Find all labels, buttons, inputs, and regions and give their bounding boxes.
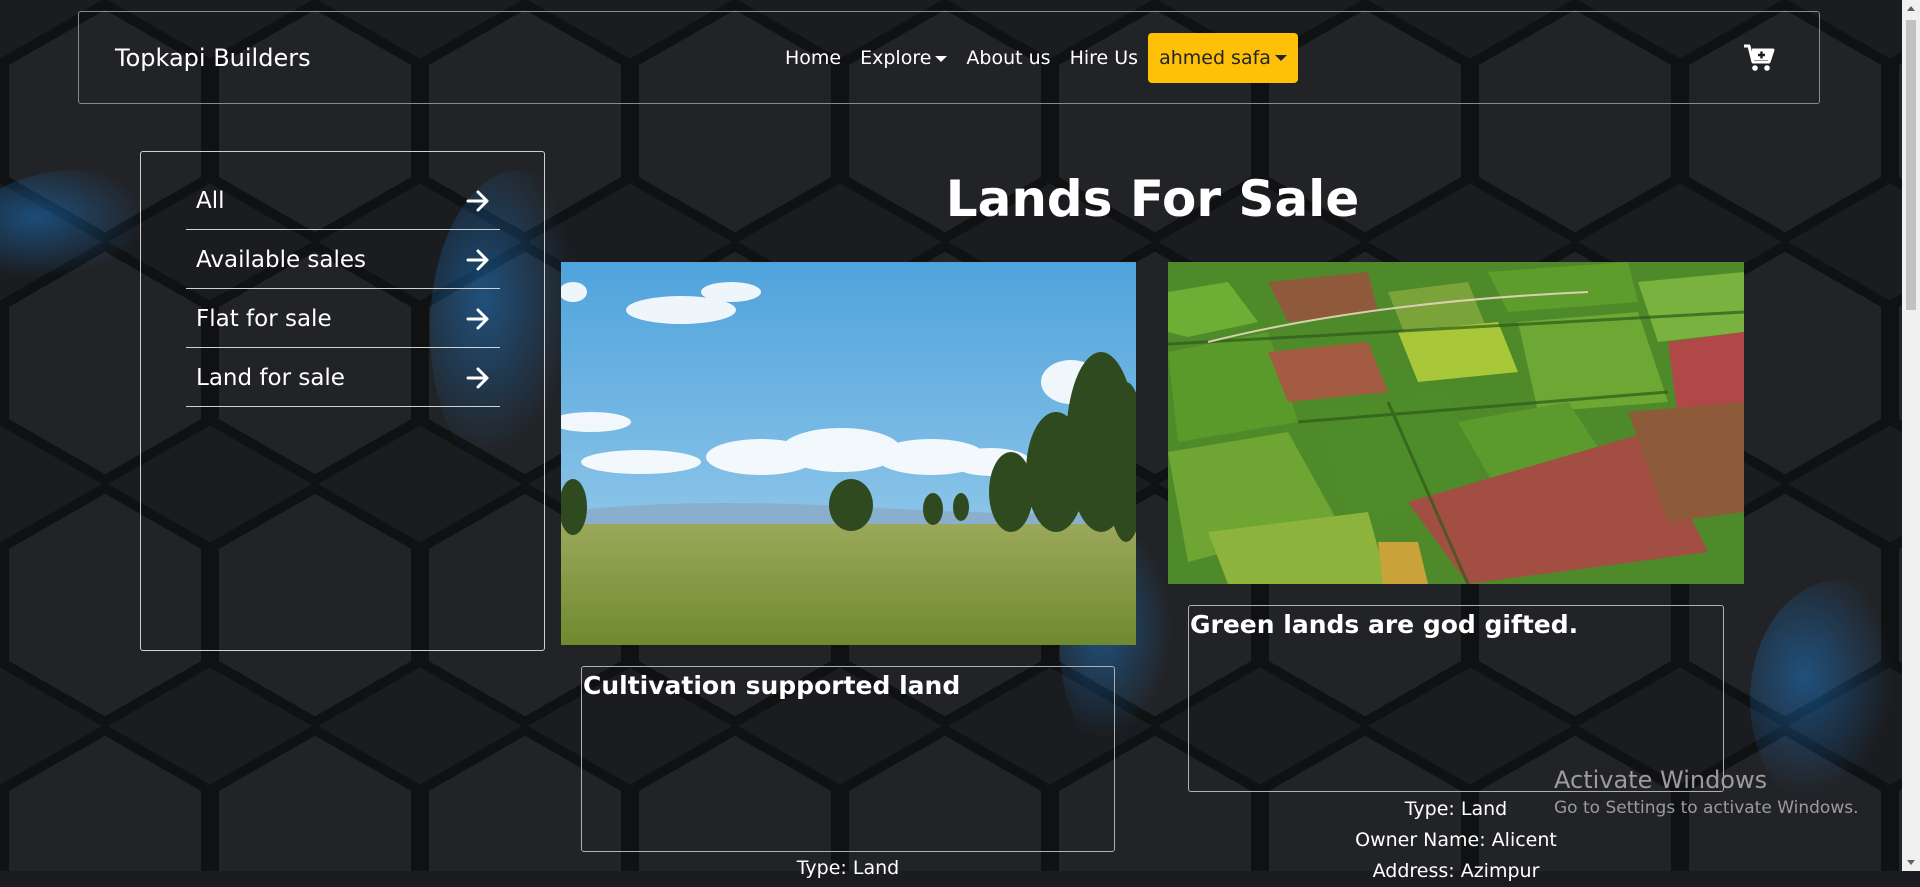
caret-down-icon	[935, 55, 948, 62]
brand-logo[interactable]: Topkapi Builders	[115, 44, 311, 72]
watermark-subtitle: Go to Settings to activate Windows.	[1554, 798, 1859, 818]
watermark-title: Activate Windows	[1554, 766, 1768, 794]
sidebar-item-flat-for-sale[interactable]: Flat for sale	[186, 290, 500, 348]
caret-down-icon	[1274, 55, 1287, 61]
nav-home[interactable]: Home	[785, 47, 841, 69]
sidebar-item-label: Flat for sale	[196, 305, 332, 332]
scroll-up-icon[interactable]	[1907, 6, 1915, 11]
card-address: Address: Azimpur	[1372, 860, 1540, 882]
user-menu-button[interactable]: ahmed safa	[1148, 33, 1298, 83]
category-sidebar: All Available sales Flat for sale Land f…	[140, 151, 545, 651]
card-title: Green lands are god gifted.	[1190, 610, 1579, 639]
arrow-right-icon	[466, 308, 489, 329]
sidebar-item-label: Land for sale	[196, 364, 345, 391]
land-image-farmland[interactable]	[1168, 262, 1744, 584]
land-card-info: Green lands are god gifted.	[1188, 605, 1724, 792]
nav-hire[interactable]: Hire Us	[1070, 47, 1139, 69]
card-owner: Owner Name: Alicent	[1355, 829, 1557, 851]
land-card-info: Cultivation supported land	[581, 666, 1115, 852]
nav-about[interactable]: About us	[966, 47, 1050, 69]
nav-explore-dropdown[interactable]: Explore	[860, 47, 948, 69]
scroll-down-icon[interactable]	[1907, 860, 1915, 865]
category-list: All Available sales Flat for sale Land f…	[186, 172, 500, 408]
card-title: Cultivation supported land	[583, 671, 961, 700]
cart-plus-icon[interactable]	[1743, 43, 1775, 73]
card-type: Type: Land	[796, 857, 900, 879]
sidebar-item-label: All	[196, 187, 225, 214]
nav-explore-label: Explore	[860, 47, 932, 69]
land-image-field[interactable]	[561, 262, 1136, 645]
user-name: ahmed safa	[1159, 47, 1271, 69]
arrow-right-icon	[466, 367, 489, 388]
sidebar-item-available-sales[interactable]: Available sales	[186, 231, 500, 289]
scroll-thumb[interactable]	[1906, 20, 1916, 310]
windows-activation-watermark: Activate Windows Go to Settings to activ…	[1554, 766, 1859, 818]
page-scrollbar[interactable]	[1902, 0, 1920, 871]
nav-links: Home Explore About us Hire Us ahmed safa	[785, 33, 1298, 83]
page-title: Lands For Sale	[945, 170, 1360, 228]
navbar: Topkapi Builders Home Explore About us H…	[78, 11, 1820, 104]
sidebar-item-label: Available sales	[196, 246, 367, 273]
sidebar-item-land-for-sale[interactable]: Land for sale	[186, 349, 500, 407]
sidebar-item-all[interactable]: All	[186, 172, 500, 230]
arrow-right-icon	[466, 249, 489, 270]
arrow-right-icon	[466, 190, 489, 211]
